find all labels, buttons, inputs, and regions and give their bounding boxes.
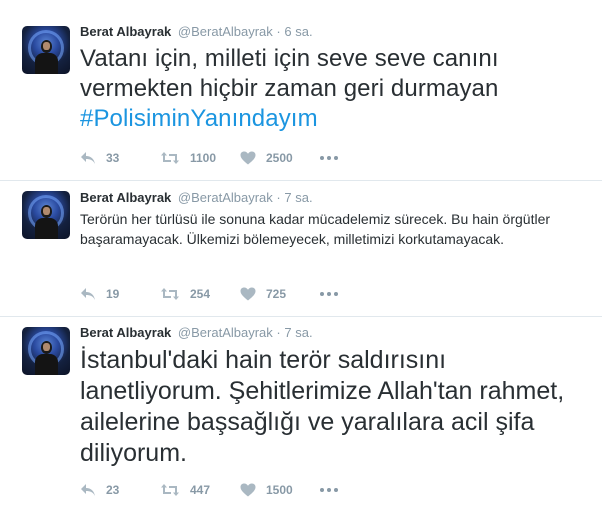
heart-icon (240, 151, 256, 165)
separator: · (276, 325, 281, 340)
tweet-body: Vatanı için, milleti için seve seve canı… (80, 45, 499, 102)
retweet-count: 1100 (190, 151, 217, 165)
heart-icon (240, 287, 256, 301)
retweet-icon (161, 152, 179, 164)
timestamp[interactable]: 6 sa. (284, 24, 312, 39)
more-dots-icon[interactable] (320, 284, 341, 304)
username[interactable]: @BeratAlbayrak (178, 325, 273, 340)
like-button[interactable]: 1500 (240, 480, 293, 500)
retweet-button[interactable]: 1100 (160, 148, 216, 168)
tweet-header: Berat Albayrak @BeratAlbayrak · 6 sa. (80, 24, 590, 40)
retweet-count: 447 (190, 483, 211, 497)
tweet[interactable]: Berat Albayrak @BeratAlbayrak · 6 sa. Va… (0, 0, 602, 181)
username[interactable]: @BeratAlbayrak (178, 24, 273, 39)
like-button[interactable]: 725 (240, 284, 286, 304)
heart-icon (240, 483, 256, 497)
fullname[interactable]: Berat Albayrak (80, 325, 171, 340)
tweet-text: İstanbul'daki hain terör saldırısını lan… (80, 346, 565, 467)
like-count: 2500 (266, 151, 293, 165)
avatar[interactable] (22, 26, 70, 74)
reply-button[interactable]: 19 (80, 284, 119, 304)
more-dots-icon[interactable] (320, 148, 341, 168)
reply-button[interactable]: 33 (80, 148, 119, 168)
separator: · (276, 24, 281, 39)
tweet-text: Terörün her türlüsü ile sonuna kadar müc… (80, 211, 551, 247)
tweet-text: Vatanı için, milleti için seve seve canı… (80, 44, 550, 134)
more-dots-icon[interactable] (320, 480, 341, 500)
reply-count: 33 (106, 151, 120, 165)
reply-icon (81, 288, 95, 300)
retweet-icon (161, 288, 179, 300)
like-button[interactable]: 2500 (240, 148, 293, 168)
avatar[interactable] (22, 327, 70, 375)
username[interactable]: @BeratAlbayrak (178, 190, 273, 205)
reply-icon (81, 484, 95, 496)
retweet-count: 254 (190, 287, 211, 301)
retweet-icon (161, 484, 179, 496)
fullname[interactable]: Berat Albayrak (80, 24, 171, 39)
timestamp[interactable]: 7 sa. (284, 190, 312, 205)
tweet-actions: 19 254 725 (80, 284, 580, 304)
timestamp[interactable]: 7 sa. (284, 325, 312, 340)
tweet-header: Berat Albayrak @BeratAlbayrak · 7 sa. (80, 190, 590, 206)
tweet-actions: 33 1100 2500 (80, 148, 580, 168)
tweet-timeline: Berat Albayrak @BeratAlbayrak · 6 sa. Va… (0, 0, 602, 516)
hashtag-link[interactable]: #PolisiminYanındayım (80, 105, 318, 132)
reply-icon (81, 152, 95, 164)
separator: · (276, 190, 281, 205)
retweet-button[interactable]: 447 (160, 480, 210, 500)
tweet[interactable]: Berat Albayrak @BeratAlbayrak · 7 sa. Te… (0, 181, 602, 317)
like-count: 725 (266, 287, 287, 301)
tweet-header: Berat Albayrak @BeratAlbayrak · 7 sa. (80, 325, 590, 341)
reply-button[interactable]: 23 (80, 480, 119, 500)
like-count: 1500 (266, 483, 293, 497)
avatar[interactable] (22, 191, 70, 239)
reply-count: 19 (106, 287, 120, 301)
retweet-button[interactable]: 254 (160, 284, 210, 304)
tweet[interactable]: Berat Albayrak @BeratAlbayrak · 7 sa. İs… (0, 317, 602, 516)
reply-count: 23 (106, 483, 120, 497)
tweet-actions: 23 447 1500 (80, 480, 580, 500)
fullname[interactable]: Berat Albayrak (80, 190, 171, 205)
